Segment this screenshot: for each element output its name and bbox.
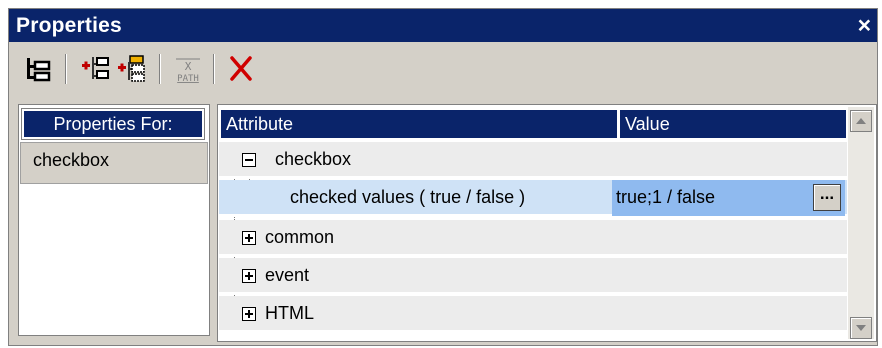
attribute-value-field[interactable]: true;1 / false ...: [612, 180, 845, 216]
close-button[interactable]: ×: [858, 12, 871, 38]
add-child-node-button[interactable]: [115, 53, 149, 85]
vertical-scrollbar[interactable]: [848, 107, 874, 339]
toolbar-separator: [213, 54, 215, 84]
group-row-common[interactable]: common: [219, 220, 847, 256]
attribute-row[interactable]: checked values ( true / false ) true;1 /…: [219, 180, 847, 216]
toolbar-separator: [65, 54, 67, 84]
xpath-label-top: X: [185, 60, 192, 73]
add-child-node-icon: [118, 55, 145, 82]
collapse-icon[interactable]: [242, 153, 256, 167]
arrow-down-icon: [856, 325, 866, 331]
attribute-column-header[interactable]: Attribute: [220, 109, 618, 139]
group-label: HTML: [265, 303, 314, 323]
group-label: event: [265, 265, 310, 285]
add-node-icon: [82, 57, 109, 79]
properties-for-header: Properties For:: [21, 108, 205, 140]
element-list-item[interactable]: checkbox: [20, 142, 208, 184]
add-node-button[interactable]: [79, 53, 113, 85]
properties-for-pane: Properties For: checkbox: [18, 104, 210, 336]
xpath-icon: X PATH: [176, 58, 200, 84]
attribute-tree: checkbox checked values ( true / false )…: [219, 142, 847, 341]
attributes-pane: Attribute Value checkbox checked values …: [217, 104, 877, 342]
group-label: common: [265, 227, 335, 247]
group-label: checkbox: [275, 149, 352, 169]
arrow-up-icon: [856, 118, 866, 124]
xpath-label-bottom: PATH: [177, 74, 199, 84]
expand-icon[interactable]: [242, 307, 256, 321]
group-row-event[interactable]: event: [219, 258, 847, 294]
xpath-button[interactable]: X PATH: [171, 53, 205, 85]
expand-icon[interactable]: [242, 269, 256, 283]
scroll-up-button[interactable]: [850, 110, 872, 132]
delete-button[interactable]: [224, 53, 258, 85]
tree-view-button[interactable]: [23, 53, 57, 85]
group-row-checkbox[interactable]: checkbox: [219, 142, 847, 178]
group-row-html[interactable]: HTML: [219, 296, 847, 332]
toolbar: X PATH: [9, 43, 877, 95]
delete-icon: [230, 56, 252, 81]
tree-view-icon: [27, 58, 51, 82]
value-column-header[interactable]: Value: [619, 109, 847, 139]
window-title: Properties: [16, 14, 122, 37]
attribute-name: checked values ( true / false ): [290, 187, 526, 207]
scroll-down-button[interactable]: [850, 317, 872, 339]
toolbar-separator: [159, 54, 161, 84]
edit-value-button[interactable]: ...: [813, 184, 841, 211]
attribute-value: true;1 / false: [616, 187, 716, 207]
title-bar: Properties ×: [9, 9, 877, 42]
expand-icon[interactable]: [242, 231, 256, 245]
